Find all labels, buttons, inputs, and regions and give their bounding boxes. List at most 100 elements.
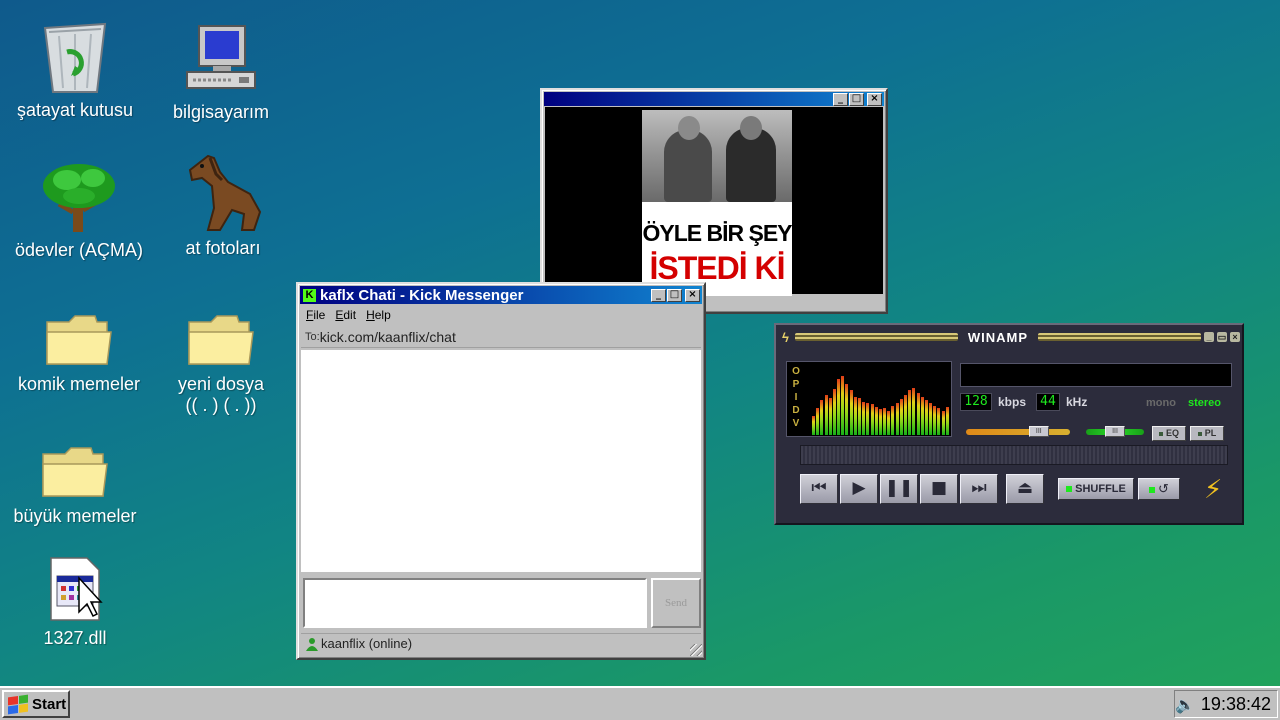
pause-icon: ❚❚ <box>884 478 914 498</box>
desktop-icon-horse-photos[interactable]: at fotoları <box>148 152 298 259</box>
seek-bar[interactable] <box>800 445 1228 465</box>
spectrum-bar <box>878 409 882 435</box>
meme-caption-line1: ÖYLE BİR ŞEY <box>642 220 792 246</box>
minimize-button[interactable]: _ <box>651 288 666 302</box>
spectrum-bar <box>891 406 895 435</box>
close-button[interactable]: × <box>867 92 882 106</box>
speaker-icon[interactable]: 🔈 <box>1175 695 1195 714</box>
spectrum-bar <box>870 404 874 435</box>
samplerate-display: 44 <box>1036 393 1060 411</box>
shuffle-button[interactable]: SHUFFLE <box>1058 478 1134 500</box>
messenger-window[interactable]: K kaflx Chati - Kick Messenger _ □ × Fil… <box>296 282 706 660</box>
previous-button[interactable]: ⏮ <box>800 474 838 504</box>
send-button[interactable]: Send <box>651 578 701 628</box>
recipient-label: To: <box>305 330 320 343</box>
folder-icon <box>188 315 254 365</box>
spectrum-visualizer[interactable] <box>812 371 950 435</box>
playlist-toggle-button[interactable]: PL <box>1190 426 1224 441</box>
menu-bar: File Edit Help <box>298 306 704 324</box>
spectrum-bar <box>858 398 861 435</box>
winamp-clutterbar[interactable]: O P I D V <box>790 365 802 430</box>
spectrum-bar <box>837 379 841 435</box>
winamp-close-button[interactable]: × <box>1230 332 1240 342</box>
spectrum-bar <box>841 376 845 435</box>
close-button[interactable]: × <box>685 288 700 302</box>
menu-edit[interactable]: Edit <box>335 308 356 322</box>
spectrum-bar <box>883 408 887 435</box>
menu-help[interactable]: Help <box>366 308 391 322</box>
spectrum-bar <box>862 402 866 435</box>
messenger-titlebar[interactable]: K kaflx Chati - Kick Messenger _ □ × <box>300 286 702 304</box>
minimize-button[interactable]: _ <box>833 92 848 106</box>
spectrum-bar <box>945 407 949 435</box>
samplerate-label: kHz <box>1066 395 1088 409</box>
desktop-icon-dll-file[interactable]: 1327.dll <box>0 556 150 649</box>
clutter-i[interactable]: I <box>790 391 802 404</box>
spectrum-bar <box>887 411 891 435</box>
status-text: kaanflix (online) <box>321 636 413 651</box>
repeat-icon: ↺ <box>1158 481 1169 496</box>
volume-slider-thumb[interactable]: III <box>1028 426 1049 437</box>
message-input[interactable] <box>303 578 647 628</box>
repeat-button[interactable]: ↺ <box>1138 478 1180 500</box>
desktop-icon-big-memes[interactable]: büyük memeler <box>0 444 150 527</box>
winamp-shade-button[interactable]: ▭ <box>1217 332 1227 342</box>
pause-button[interactable]: ❚❚ <box>880 474 918 504</box>
spectrum-bar <box>874 407 878 435</box>
winamp-logo-icon[interactable]: ϟ <box>782 330 795 345</box>
kick-logo-icon: K <box>303 288 316 302</box>
spectrum-bar <box>832 389 836 435</box>
stereo-indicator: stereo <box>1188 397 1222 409</box>
desktop-icon-funny-memes[interactable]: komik memeler <box>4 312 154 395</box>
winamp-titlebar[interactable]: ϟ WINAMP _ ▭ × <box>782 329 1240 345</box>
desktop-icon-label: şatayat kutusu <box>16 100 134 120</box>
spectrum-bar <box>916 393 920 435</box>
clutter-d[interactable]: D <box>790 404 802 417</box>
equalizer-toggle-button[interactable]: EQ <box>1152 426 1186 441</box>
clutter-p[interactable]: P <box>790 378 802 391</box>
desktop-icon-new-folder[interactable]: yeni dosya (( . ) ( . )) <box>146 312 296 416</box>
spectrum-bar <box>899 399 903 435</box>
desktop-icon-label: 1327.dll <box>43 628 107 648</box>
window-title: kaflx Chati - Kick Messenger <box>320 286 524 304</box>
my-computer-icon <box>186 25 256 89</box>
system-tray: 🔈 19:38:42 <box>1174 690 1278 718</box>
previous-icon: ⏮ <box>811 478 827 498</box>
resize-grip[interactable] <box>690 644 702 656</box>
desktop-icon-homework[interactable]: ödevler (AÇMA) <box>4 160 154 261</box>
bitrate-display: 128 <box>960 393 992 411</box>
recipient-url: kick.com/kaanflix/chat <box>319 328 456 345</box>
mono-indicator: mono <box>1146 397 1176 409</box>
spectrum-bar <box>828 398 832 435</box>
maximize-button[interactable]: □ <box>667 288 682 302</box>
desktop-icon-label-line2: (( . ) ( . )) <box>185 395 257 415</box>
spectrum-bar <box>866 403 870 435</box>
winamp-window[interactable]: ϟ WINAMP _ ▭ × O P I D V 128 kbps 44 kHz… <box>774 323 1244 525</box>
clutter-o[interactable]: O <box>790 365 802 378</box>
start-button[interactable]: Start <box>2 690 70 718</box>
spectrum-bar <box>912 388 916 435</box>
next-button[interactable]: ⏭ <box>960 474 998 504</box>
stop-button[interactable]: ■ <box>920 474 958 504</box>
winamp-minimize-button[interactable]: _ <box>1204 332 1214 342</box>
clock[interactable]: 19:38:42 <box>1201 694 1271 715</box>
play-button[interactable]: ▶ <box>840 474 878 504</box>
image-viewer-titlebar[interactable]: _ □ × <box>544 92 884 106</box>
play-icon: ▶ <box>852 478 866 498</box>
winamp-title: WINAMP <box>967 329 1029 345</box>
image-viewer-window[interactable]: _ □ × ÖYLE BİR ŞEY İSTEDİ Kİ <box>540 88 888 314</box>
recipient-bar[interactable]: To: kick.com/kaanflix/chat <box>301 326 701 348</box>
chat-log[interactable] <box>301 350 701 572</box>
clutter-v[interactable]: V <box>790 417 802 430</box>
lightning-bolt-icon[interactable]: ⚡ <box>1204 477 1222 503</box>
desktop-icon-label: bilgisayarım <box>172 102 270 122</box>
balance-slider-thumb[interactable]: III <box>1105 426 1125 437</box>
desktop-icon-my-computer[interactable]: bilgisayarım <box>146 24 296 123</box>
spectrum-bar <box>824 395 828 435</box>
menu-file[interactable]: File <box>306 308 325 322</box>
desktop-icon-recycle-bin[interactable]: şatayat kutusu <box>0 22 150 121</box>
tree-icon <box>43 164 115 232</box>
eject-button[interactable]: ⏏ <box>1006 474 1044 504</box>
maximize-button[interactable]: □ <box>849 92 864 106</box>
volume-slider[interactable] <box>966 429 1070 435</box>
